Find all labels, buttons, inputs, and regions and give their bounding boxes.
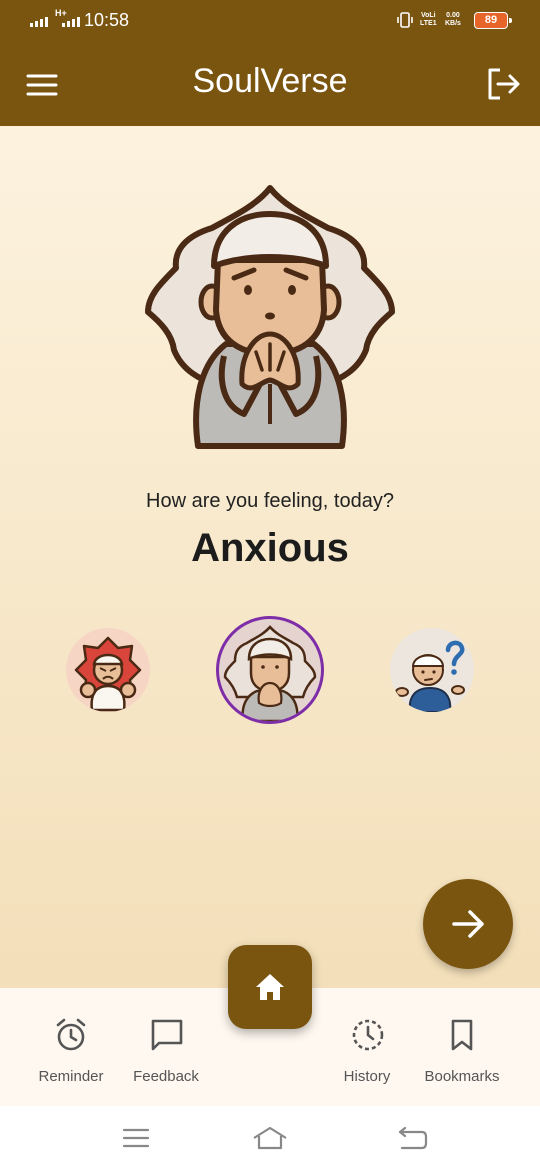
nav-history[interactable]: History (319, 988, 415, 1106)
system-home-icon[interactable] (252, 1124, 288, 1152)
net-speed: 0.00 KB/s (445, 12, 461, 28)
mood-picker: How are you feeling, today? Anxious (0, 126, 540, 988)
selected-mood-label: Anxious (191, 526, 349, 570)
battery-indicator: 89 (474, 12, 512, 29)
volte-line1: VoLi (420, 12, 436, 19)
nav-feedback-label: Feedback (133, 1068, 199, 1085)
home-icon (256, 974, 284, 1000)
angry-character-icon (74, 636, 142, 712)
nav-reminder[interactable]: Reminder (23, 988, 119, 1106)
back-icon[interactable] (394, 1124, 430, 1152)
nav-feedback[interactable]: Feedback (118, 988, 214, 1106)
volte-indicator: VoLi LTE1 (420, 12, 437, 28)
net-speed-value: 0.00 (446, 12, 460, 19)
next-arrow-button[interactable] (423, 879, 513, 969)
system-navigation-bar (0, 1106, 540, 1170)
confused-character-icon (395, 640, 465, 712)
logout-icon[interactable] (484, 66, 524, 102)
anxious-character-icon (223, 625, 317, 721)
home-button[interactable] (228, 945, 312, 1029)
anxious-character-illustration (145, 185, 395, 449)
volte-line2: LTE1 (420, 20, 437, 27)
vibrate-icon (397, 12, 413, 28)
arrow-right-icon (452, 910, 484, 938)
mood-option-angry[interactable] (66, 628, 150, 712)
nav-reminder-label: Reminder (38, 1068, 104, 1085)
app-title: SoulVerse (192, 62, 348, 100)
status-time: 10:58 (84, 10, 130, 30)
history-clock-icon (352, 1019, 384, 1051)
chat-bubble-icon (151, 1019, 183, 1051)
app-header: H+ 10:58 VoLi LTE1 0.00 KB/s 89 SoulVers… (0, 0, 540, 126)
mood-question: How are you feeling, today? (146, 490, 394, 512)
signal-icon-2 (62, 13, 80, 27)
alarm-clock-icon (56, 1018, 86, 1051)
bookmark-icon (451, 1019, 473, 1051)
nav-bookmarks[interactable]: Bookmarks (414, 988, 510, 1106)
mood-option-anxious[interactable] (216, 616, 324, 724)
recent-apps-icon[interactable] (118, 1124, 154, 1152)
net-speed-unit: KB/s (445, 20, 461, 27)
nav-history-label: History (343, 1068, 391, 1085)
nav-bookmarks-label: Bookmarks (424, 1068, 500, 1085)
signal-icon (30, 13, 48, 27)
mood-option-confused[interactable] (390, 628, 474, 712)
status-bar: H+ 10:58 VoLi LTE1 0.00 KB/s 89 (0, 0, 540, 44)
